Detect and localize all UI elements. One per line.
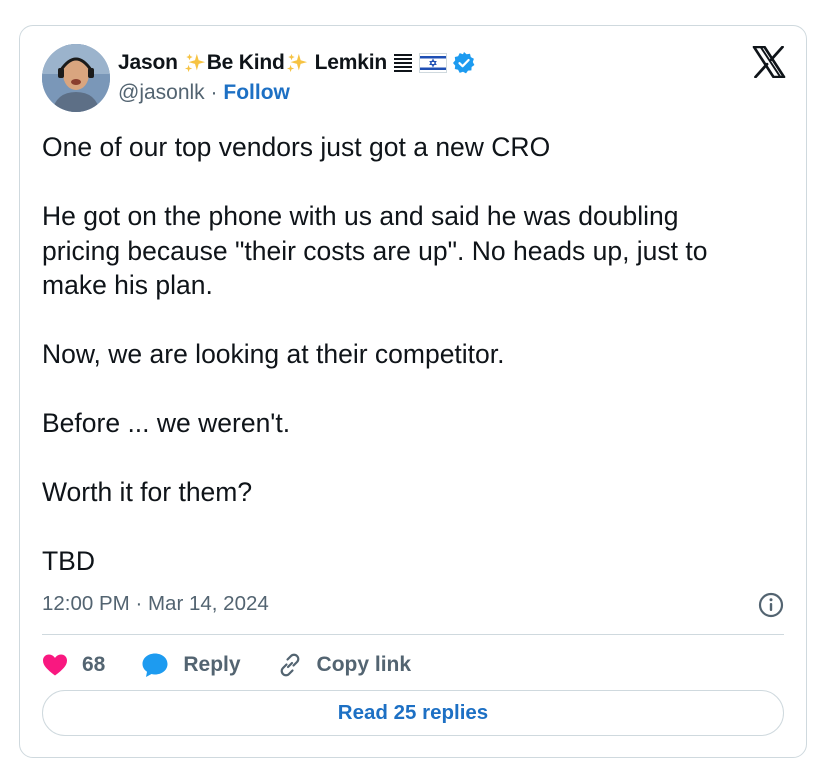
tweet-embed-card: Jason Be Kind Lemkin @jasonlk · Follow O… [19,25,807,758]
author-name-middle[interactable]: Be Kind [207,51,285,75]
israel-flag-icon [418,53,447,73]
tweet-text: One of our top vendors just got a new CR… [42,130,782,579]
info-icon[interactable] [758,592,784,618]
avatar[interactable] [42,44,110,112]
author-handle-row: @jasonlk · Follow [118,81,290,105]
author-name-last[interactable]: Lemkin [315,51,388,75]
reply-button[interactable]: Reply [141,652,241,678]
sparkles-icon [184,53,205,73]
tweet-actions: 68 Reply Copy link [42,649,447,681]
reply-bubble-icon [142,653,168,677]
tweet-line: TBD [42,546,95,576]
sparkles-icon [286,53,307,73]
tweet-line: pricing because "their costs are up". No… [42,235,708,266]
read-replies-button[interactable]: Read 25 replies [42,690,784,736]
tweet-line: Worth it for them? [42,477,253,507]
copy-link-button[interactable]: Copy link [277,652,412,678]
verified-badge-icon [452,52,475,74]
heart-icon [43,654,67,676]
author-handle[interactable]: @jasonlk [118,81,205,104]
reply-label: Reply [183,653,241,676]
handle-separator: · [210,81,218,104]
tweet-line: One of our top vendors just got a new CR… [42,132,551,162]
like-count: 68 [82,653,106,676]
author-name-first[interactable]: Jason [118,51,178,75]
follow-button[interactable]: Follow [223,81,290,104]
copy-link-label: Copy link [316,653,412,676]
tweet-timestamp[interactable]: 12:00 PM · Mar 14, 2024 [42,592,269,616]
tweet-line: Before ... we weren't. [42,408,291,438]
x-logo[interactable] [752,46,786,78]
link-icon [280,653,299,677]
tweet-line: Now, we are looking at their competitor. [42,339,505,369]
author-name-row[interactable]: Jason Be Kind Lemkin [118,48,476,78]
list-icon [393,54,412,72]
tweet-line: He got on the phone with us and said he … [42,201,679,231]
timestamp-date: Mar 14, 2024 [147,592,269,615]
read-replies-label: Read 25 replies [337,701,489,724]
timestamp-time: 12:00 PM [42,592,130,615]
tweet-line: make his plan. [42,270,213,300]
like-button[interactable]: 68 [42,653,105,677]
divider [42,634,784,635]
timestamp-separator: · [135,592,143,615]
